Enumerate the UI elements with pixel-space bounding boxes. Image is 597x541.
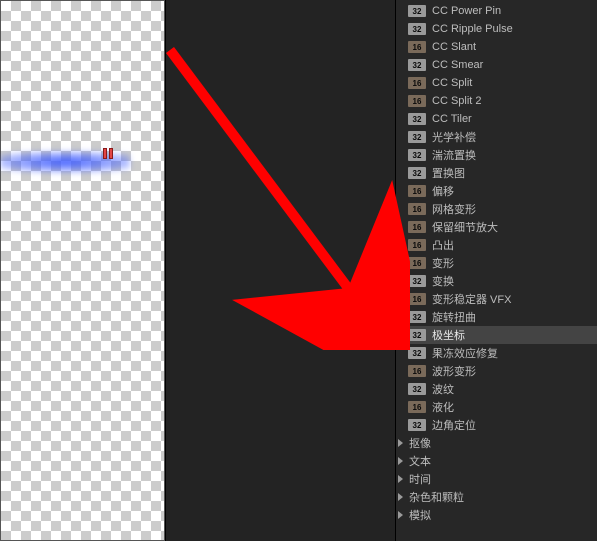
effect-item[interactable]: 16 波形变形 — [396, 362, 597, 380]
transparency-grid — [0, 0, 165, 541]
effect-item[interactable]: 32 CC Power Pin — [396, 2, 597, 20]
category-label: 抠像 — [409, 435, 431, 451]
effect-label: 波纹 — [432, 381, 454, 397]
chevron-right-icon — [398, 439, 403, 447]
effect-item[interactable]: 32 CC Tiler — [396, 110, 597, 128]
effect-item[interactable]: 32 CC Smear — [396, 56, 597, 74]
effect-label: CC Split 2 — [432, 95, 482, 107]
effect-label: 凸出 — [432, 237, 454, 253]
bit-depth-badge: 16 — [408, 239, 426, 251]
effect-item[interactable]: 32 极坐标 — [396, 326, 597, 344]
effect-item[interactable]: 32 旋转扭曲 — [396, 308, 597, 326]
bit-depth-badge: 16 — [408, 401, 426, 413]
bit-depth-badge: 16 — [408, 293, 426, 305]
effect-label: 置换图 — [432, 165, 465, 181]
effect-label: 变形稳定器 VFX — [432, 291, 511, 307]
effect-item[interactable]: 16 变形稳定器 VFX — [396, 290, 597, 308]
bit-depth-badge: 16 — [408, 257, 426, 269]
bit-depth-badge: 32 — [408, 311, 426, 323]
bit-depth-badge: 16 — [408, 203, 426, 215]
effect-label: 光学补偿 — [432, 129, 476, 145]
effect-item[interactable]: 32 边角定位 — [396, 416, 597, 434]
effect-item[interactable]: 16 CC Split — [396, 74, 597, 92]
preview-edit-handle[interactable] — [102, 147, 124, 173]
effect-label: 边角定位 — [432, 417, 476, 433]
effect-label: 液化 — [432, 399, 454, 415]
effect-label: 变换 — [432, 273, 454, 289]
bit-depth-badge: 32 — [408, 23, 426, 35]
effects-list[interactable]: 32 CC Power Pin 32 CC Ripple Pulse 16 CC Slan… — [396, 2, 597, 434]
category-label: 时间 — [409, 471, 431, 487]
bit-depth-badge: 32 — [408, 275, 426, 287]
effect-item[interactable]: 32 变换 — [396, 272, 597, 290]
chevron-right-icon — [398, 475, 403, 483]
effect-item[interactable]: 16 保留细节放大 — [396, 218, 597, 236]
bit-depth-badge: 32 — [408, 113, 426, 125]
bit-depth-badge: 32 — [408, 167, 426, 179]
bit-depth-badge: 32 — [408, 131, 426, 143]
effect-label: 旋转扭曲 — [432, 309, 476, 325]
effect-label: 湍流置换 — [432, 147, 476, 163]
bit-depth-badge: 32 — [408, 149, 426, 161]
effect-item[interactable]: 16 CC Slant — [396, 38, 597, 56]
preview-panel[interactable] — [0, 0, 165, 541]
bit-depth-badge: 32 — [408, 347, 426, 359]
effect-label: 偏移 — [432, 183, 454, 199]
effects-panel[interactable]: 32 CC Power Pin 32 CC Ripple Pulse 16 CC Slan… — [395, 0, 597, 541]
bit-depth-badge: 16 — [408, 365, 426, 377]
effect-label: CC Power Pin — [432, 5, 501, 17]
effect-item[interactable]: 32 光学补偿 — [396, 128, 597, 146]
effect-item[interactable]: 32 果冻效应修复 — [396, 344, 597, 362]
effect-label: 极坐标 — [432, 327, 465, 343]
effect-label: CC Split — [432, 77, 472, 89]
chevron-right-icon — [398, 493, 403, 501]
bit-depth-badge: 32 — [408, 329, 426, 341]
effect-label: CC Ripple Pulse — [432, 23, 513, 35]
effect-item[interactable]: 16 变形 — [396, 254, 597, 272]
effect-item[interactable]: 32 湍流置换 — [396, 146, 597, 164]
bit-depth-badge: 16 — [408, 185, 426, 197]
category-item[interactable]: 时间 — [396, 470, 597, 488]
category-item[interactable]: 抠像 — [396, 434, 597, 452]
category-label: 模拟 — [409, 507, 431, 523]
effect-label: 变形 — [432, 255, 454, 271]
effect-item[interactable]: 16 CC Split 2 — [396, 92, 597, 110]
bit-depth-badge: 16 — [408, 221, 426, 233]
category-item[interactable]: 文本 — [396, 452, 597, 470]
bit-depth-badge: 16 — [408, 77, 426, 89]
effect-item[interactable]: 32 波纹 — [396, 380, 597, 398]
chevron-right-icon — [398, 511, 403, 519]
category-label: 杂色和颗粒 — [409, 489, 464, 505]
bit-depth-badge: 32 — [408, 5, 426, 17]
bit-depth-badge: 16 — [408, 95, 426, 107]
bit-depth-badge: 32 — [408, 383, 426, 395]
bit-depth-badge: 32 — [408, 419, 426, 431]
effect-label: 波形变形 — [432, 363, 476, 379]
effect-label: 网格变形 — [432, 201, 476, 217]
bit-depth-badge: 32 — [408, 59, 426, 71]
effect-label: CC Slant — [432, 41, 476, 53]
effect-label: 保留细节放大 — [432, 219, 498, 235]
category-item[interactable]: 模拟 — [396, 506, 597, 524]
categories-list[interactable]: 抠像文本时间杂色和颗粒模拟 — [396, 434, 597, 524]
effect-item[interactable]: 16 液化 — [396, 398, 597, 416]
effect-item[interactable]: 16 网格变形 — [396, 200, 597, 218]
middle-dark-panel — [165, 0, 395, 541]
category-label: 文本 — [409, 453, 431, 469]
effect-label: CC Tiler — [432, 113, 472, 125]
effect-item[interactable]: 32 置换图 — [396, 164, 597, 182]
effect-label: 果冻效应修复 — [432, 345, 498, 361]
effect-label: CC Smear — [432, 59, 483, 71]
chevron-right-icon — [398, 457, 403, 465]
effect-item[interactable]: 32 CC Ripple Pulse — [396, 20, 597, 38]
effect-item[interactable]: 16 偏移 — [396, 182, 597, 200]
category-item[interactable]: 杂色和颗粒 — [396, 488, 597, 506]
effect-item[interactable]: 16 凸出 — [396, 236, 597, 254]
bit-depth-badge: 16 — [408, 41, 426, 53]
